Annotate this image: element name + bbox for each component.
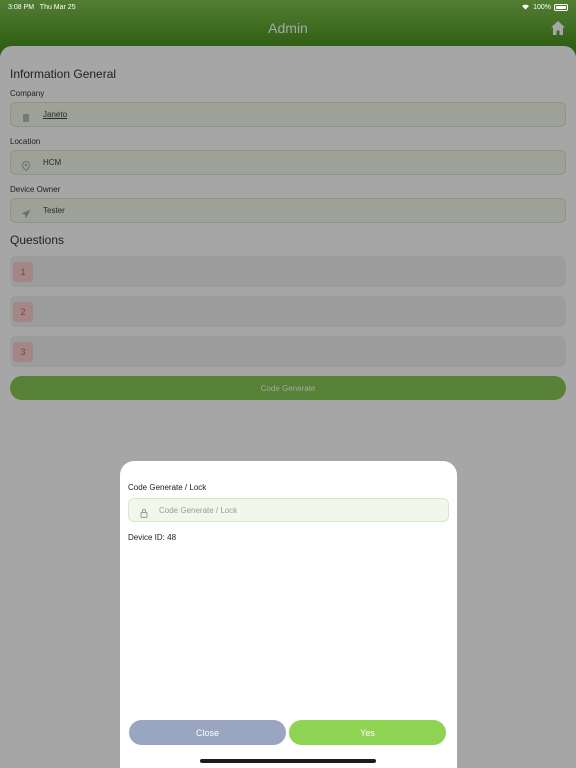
- code-generate-field[interactable]: [128, 498, 449, 522]
- status-time: 3:08 PM: [8, 3, 35, 11]
- close-button[interactable]: Close: [129, 720, 286, 745]
- device-id-text: Device ID: 48: [128, 533, 177, 542]
- wifi-icon: [521, 3, 530, 12]
- battery-icon: [554, 3, 568, 11]
- code-generate-label: Code Generate / Lock: [128, 483, 207, 492]
- lock-icon: [139, 505, 149, 518]
- yes-button[interactable]: Yes: [289, 720, 446, 745]
- code-generate-input[interactable]: [159, 505, 399, 515]
- battery-percent: 100%: [533, 3, 551, 11]
- status-bar: 3:08 PM Thu Mar 25 100%: [0, 0, 576, 14]
- modal-actions: Close Yes: [129, 720, 446, 745]
- home-indicator[interactable]: [200, 759, 376, 763]
- status-date: Thu Mar 25: [39, 3, 76, 11]
- code-generate-modal: Code Generate / Lock Device ID: 48 Close…: [120, 461, 457, 768]
